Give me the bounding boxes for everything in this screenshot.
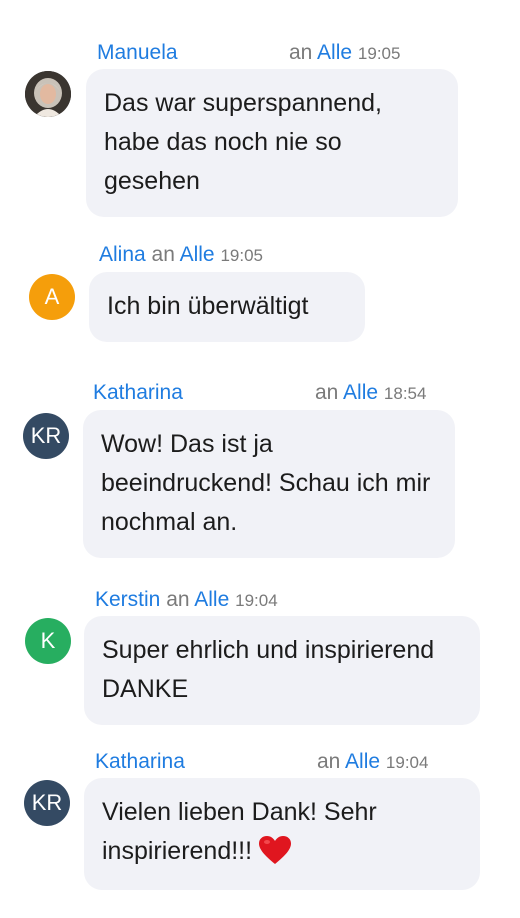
sender-name[interactable]: Kerstin [95, 588, 160, 611]
avatar[interactable]: A [29, 274, 75, 320]
message-text: Wow! Das ist ja beeindruckend! Schau ich… [101, 430, 431, 536]
message-header: Manuela an Alle 19:05 [97, 42, 422, 63]
avatar[interactable] [25, 71, 71, 117]
avatar-initials: A [44, 284, 60, 309]
message-bubble: Ich bin überwältigt [89, 272, 365, 342]
message-time: 19:05 [220, 246, 264, 265]
avatar[interactable]: K [25, 618, 71, 664]
heart-icon [258, 835, 292, 877]
recipient-name[interactable]: Alle [194, 588, 229, 611]
message-header: Katharina an Alle 19:04 [95, 750, 428, 773]
message-bubble: Das war superspannend, habe das noch nie… [86, 69, 458, 217]
avatar[interactable]: KR [24, 780, 70, 826]
message-time: 19:04 [235, 591, 278, 610]
recipient-prefix: an [317, 750, 341, 773]
sender-name[interactable]: Manuela [97, 41, 178, 64]
recipient-prefix: an [151, 243, 175, 266]
sender-name[interactable]: Alina [99, 243, 146, 266]
message-bubble: Super ehrlich und inspirierend DANKE [84, 616, 480, 725]
avatar-initials: KR [31, 790, 63, 815]
recipient-prefix: an [315, 381, 339, 404]
recipient-name[interactable]: Alle [317, 41, 352, 64]
message-text: Vielen lieben Dank! Sehr inspirierend!!! [102, 798, 377, 865]
message-bubble: Wow! Das ist ja beeindruckend! Schau ich… [83, 410, 455, 558]
message-header: Katharina an Alle 18:54 [93, 381, 426, 404]
sender-name[interactable]: Katharina [95, 750, 185, 773]
recipient-prefix: an [289, 41, 313, 64]
message-header: Alina an Alle 19:05 [99, 244, 263, 265]
avatar-initials: KR [30, 423, 62, 448]
message-text: Super ehrlich und inspirierend DANKE [102, 636, 435, 703]
message-time: 19:04 [385, 753, 429, 772]
avatar-initials: K [40, 628, 56, 653]
recipient-name[interactable]: Alle [180, 243, 215, 266]
message-bubble: Vielen lieben Dank! Sehr inspirierend!!! [84, 778, 480, 890]
message-header: Kerstin an Alle 19:04 [95, 589, 278, 610]
recipient-name[interactable]: Alle [343, 381, 378, 404]
message-time: 19:05 [357, 44, 401, 63]
message-text: Ich bin überwältigt [107, 292, 309, 320]
avatar[interactable]: KR [23, 413, 69, 459]
profile-photo-icon [25, 71, 71, 117]
sender-name[interactable]: Katharina [93, 381, 183, 404]
message-text: Das war superspannend, habe das noch nie… [104, 89, 382, 195]
recipient-prefix: an [166, 588, 190, 611]
message-time: 18:54 [383, 384, 427, 403]
recipient-name[interactable]: Alle [345, 750, 380, 773]
